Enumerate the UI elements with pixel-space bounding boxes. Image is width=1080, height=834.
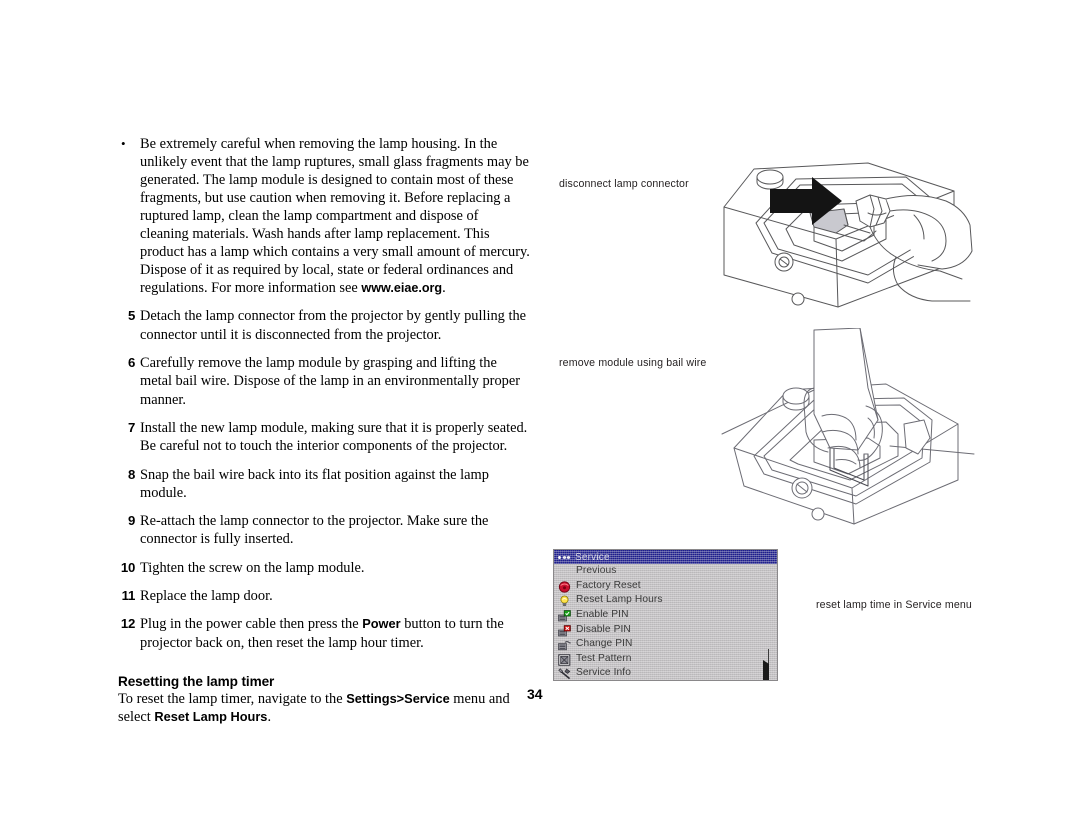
step-7-text: Install the new lamp module, making sure… bbox=[140, 419, 528, 455]
osd-item-reset-lamp-hours-label: Reset Lamp Hours bbox=[576, 594, 663, 606]
step-7: 7 Install the new lamp module, making su… bbox=[118, 419, 530, 456]
osd-item-disable-pin[interactable]: Disable PIN bbox=[554, 622, 777, 637]
step-11-number: 11 bbox=[121, 587, 136, 603]
keypad-green-icon bbox=[558, 609, 571, 622]
osd-item-previous-label: Previous bbox=[576, 565, 617, 577]
osd-item-service-info[interactable]: Service Info bbox=[554, 660, 777, 680]
spacer-icon bbox=[558, 565, 571, 577]
osd-item-change-pin[interactable]: Change PIN bbox=[554, 637, 777, 652]
section-heading: Resetting the lamp timer bbox=[118, 673, 275, 689]
step-12-text-part1: Plug in the power cable then press the bbox=[140, 616, 363, 633]
warning-text-tail: . bbox=[442, 280, 446, 297]
page-number: 34 bbox=[527, 686, 543, 702]
section-text-part3: . bbox=[267, 709, 272, 726]
step-8-number: 8 bbox=[127, 466, 135, 482]
warning-bullet: • Be extremely careful when removing the… bbox=[118, 135, 530, 297]
step-9: 9 Re-attach the lamp connector to the pr… bbox=[118, 512, 530, 549]
osd-item-test-pattern-label: Test Pattern bbox=[576, 652, 632, 664]
step-11: 11 Replace the lamp door. bbox=[118, 587, 530, 605]
step-9-text: Re-attach the lamp connector to the proj… bbox=[140, 513, 489, 548]
osd-item-enable-pin[interactable]: Enable PIN bbox=[554, 608, 777, 623]
step-6: 6 Carefully remove the lamp module by gr… bbox=[118, 354, 530, 409]
osd-item-test-pattern[interactable]: Test Pattern bbox=[554, 648, 777, 667]
step-8-text: Snap the bail wire back into its flat po… bbox=[140, 466, 489, 501]
step-5: 5 Detach the lamp connector from the pro… bbox=[118, 307, 530, 344]
warning-bullet-text: Be extremely careful when removing the l… bbox=[140, 135, 530, 297]
osd-item-change-pin-label: Change PIN bbox=[576, 638, 633, 650]
reset-icon bbox=[558, 580, 571, 593]
step-12-number: 12 bbox=[120, 616, 135, 632]
warning-text-main: Be extremely careful when removing the l… bbox=[140, 136, 530, 297]
keypad-icon bbox=[558, 638, 572, 651]
eiae-link[interactable]: www.eiae.org bbox=[361, 281, 442, 295]
osd-item-factory-reset-label: Factory Reset bbox=[576, 579, 641, 591]
osd-item-previous[interactable]: Previous bbox=[554, 564, 777, 579]
illustration-remove-module-bail-wire bbox=[718, 327, 978, 528]
wrench-icon bbox=[558, 667, 571, 680]
step-9-number: 9 bbox=[127, 513, 135, 529]
test-pattern-icon bbox=[558, 653, 571, 666]
step-7-number: 7 bbox=[127, 419, 135, 435]
section-paragraph: To reset the lamp timer, navigate to the… bbox=[118, 690, 530, 727]
osd-title-label: Service bbox=[575, 551, 610, 563]
step-12: 12 Plug in the power cable then press th… bbox=[118, 615, 530, 652]
body-text-column: • Be extremely careful when removing the… bbox=[118, 135, 530, 726]
step-5-number: 5 bbox=[127, 308, 135, 324]
menu-dots-icon bbox=[558, 555, 570, 559]
osd-title-bar: Service bbox=[554, 550, 777, 564]
step-11-text: Replace the lamp door. bbox=[140, 587, 273, 604]
step-10: 10 Tighten the screw on the lamp module. bbox=[118, 559, 530, 577]
settings-service-path: Settings>Service bbox=[346, 690, 450, 706]
reset-lamp-hours-label: Reset Lamp Hours bbox=[154, 709, 268, 725]
osd-item-enable-pin-label: Enable PIN bbox=[576, 609, 629, 621]
power-button-label: Power bbox=[362, 616, 401, 632]
step-12-text: Plug in the power cable then press the P… bbox=[140, 615, 530, 652]
section-text-part1: To reset the lamp timer, navigate to the bbox=[118, 690, 347, 707]
step-6-number: 6 bbox=[127, 355, 135, 371]
step-5-text: Detach the lamp connector from the proje… bbox=[140, 308, 527, 343]
step-8: 8 Snap the bail wire back into its flat … bbox=[118, 466, 530, 503]
service-info-submenu-arrow[interactable] bbox=[763, 660, 769, 680]
osd-service-menu[interactable]: Service Previous Factory Reset Reset Lam… bbox=[553, 549, 778, 681]
figure-caption-remove: remove module using bail wire bbox=[559, 357, 707, 369]
bullet-marker: • bbox=[121, 136, 126, 151]
illustration-disconnect-lamp-connector bbox=[718, 155, 978, 325]
osd-item-disable-pin-label: Disable PIN bbox=[576, 623, 631, 635]
osd-item-service-info-label: Service Info bbox=[576, 667, 631, 679]
step-6-text: Carefully remove the lamp module by gras… bbox=[140, 355, 521, 408]
step-10-number: 10 bbox=[120, 559, 135, 575]
lightbulb-icon bbox=[558, 594, 571, 607]
figure-caption-disconnect: disconnect lamp connector bbox=[559, 178, 689, 190]
step-10-text: Tighten the screw on the lamp module. bbox=[140, 559, 365, 576]
figure-caption-reset: reset lamp time in Service menu bbox=[816, 599, 972, 611]
keypad-red-icon bbox=[558, 624, 571, 637]
osd-item-factory-reset[interactable]: Factory Reset bbox=[554, 579, 777, 594]
osd-item-reset-lamp-hours[interactable]: Reset Lamp Hours bbox=[554, 593, 777, 608]
